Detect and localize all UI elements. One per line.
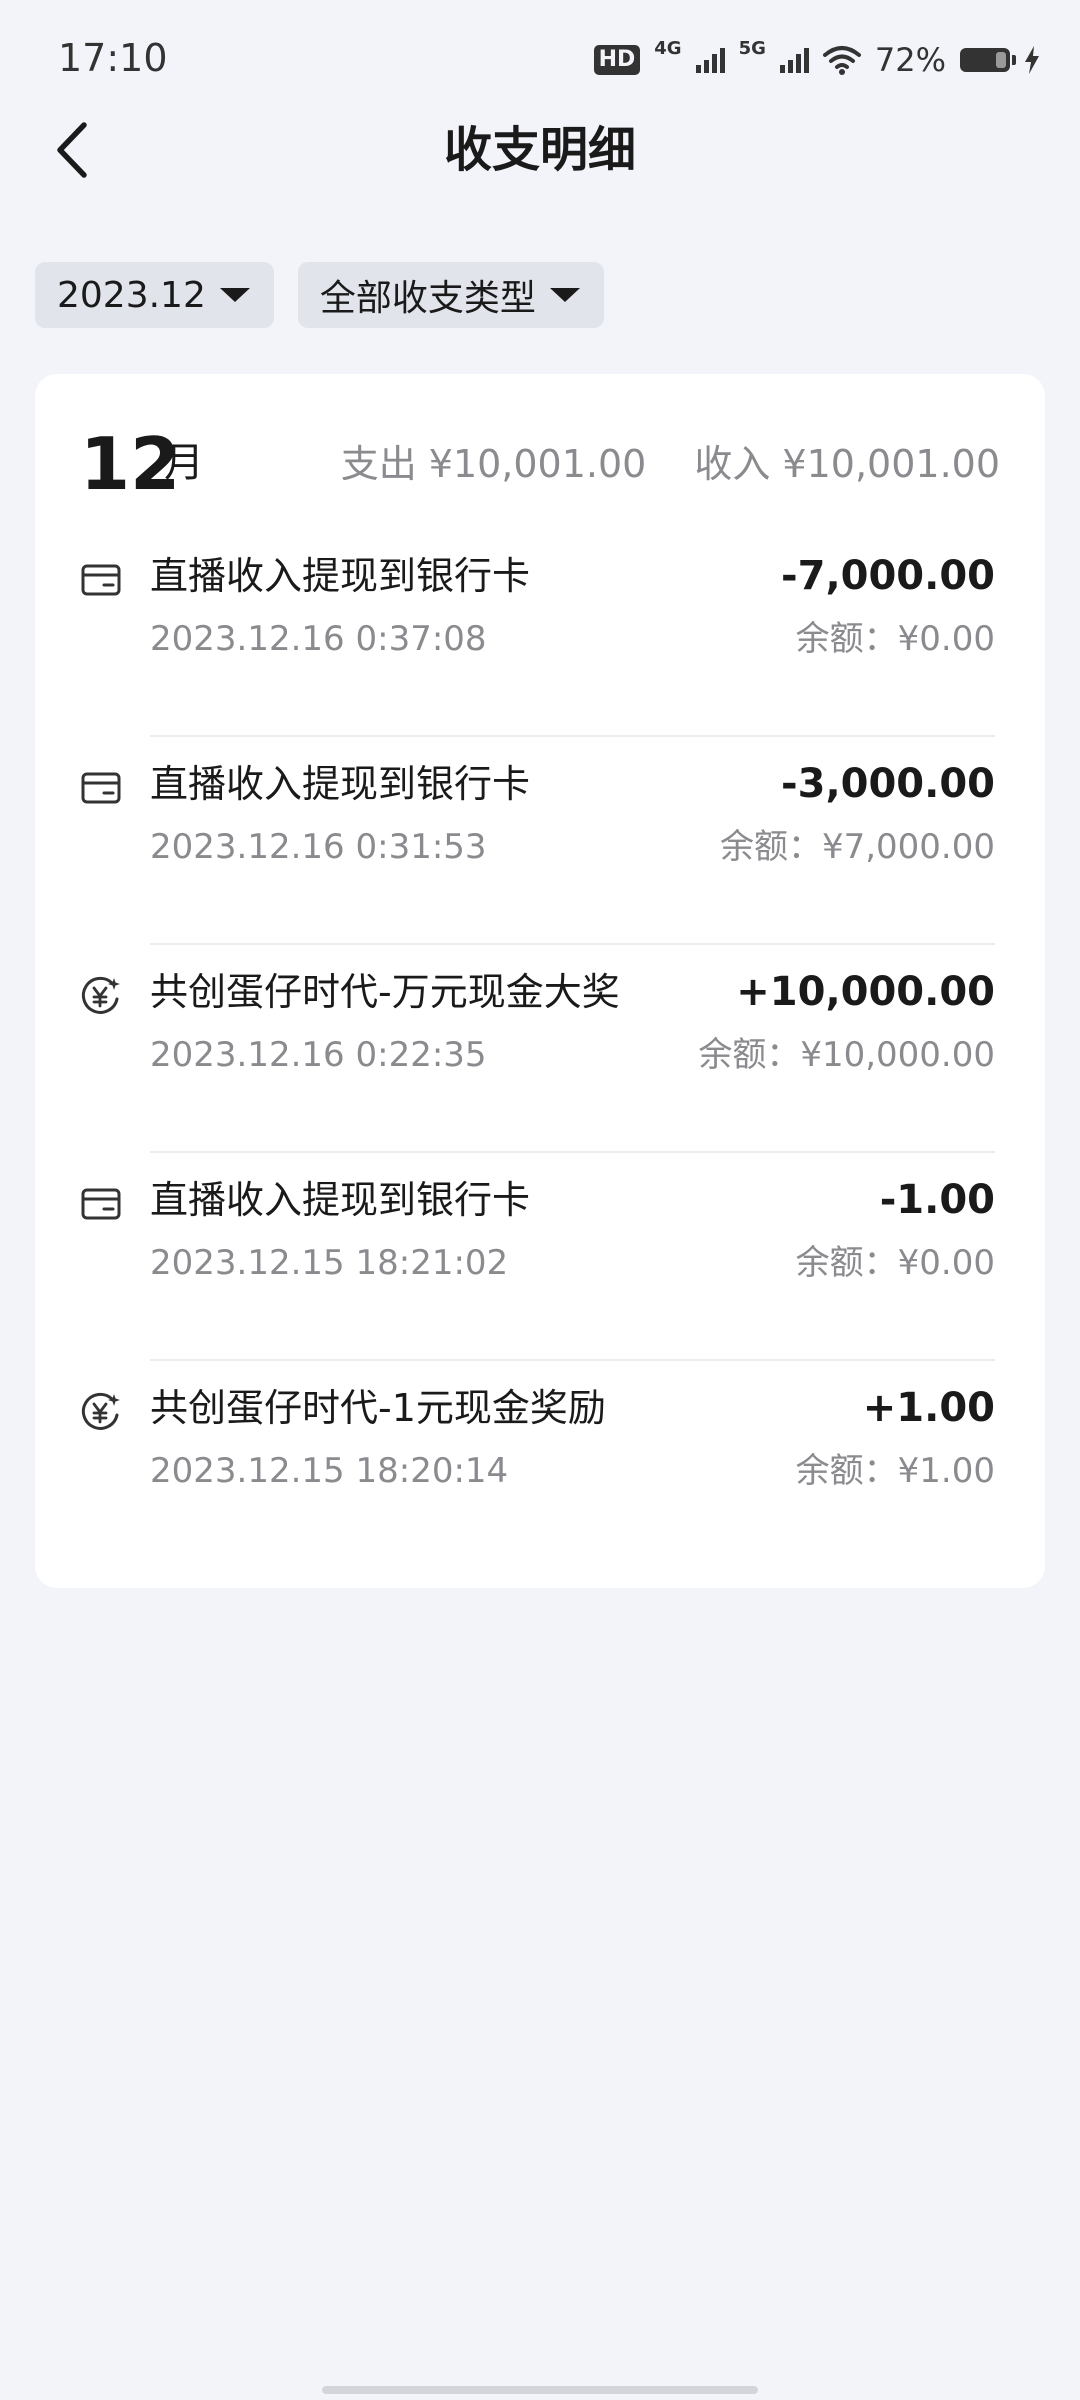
income-total: 收入 ¥10,001.00 [694,442,1000,486]
transaction-balance: 余额：¥0.00 [795,1243,995,1283]
battery-percent: 72% [874,41,946,79]
transaction-row[interactable]: 共创蛋仔时代-万元现金大奖 2023.12.16 0:22:35 +10,000… [80,945,995,1153]
month-filter-dropdown[interactable]: 2023.12 [35,262,274,328]
transaction-time: 2023.12.16 0:31:53 [150,827,487,867]
transaction-row[interactable]: 共创蛋仔时代-1元现金奖励 2023.12.15 18:20:14 +1.00 … [80,1361,995,1569]
transaction-amount: -1.00 [879,1177,995,1223]
transaction-row[interactable]: 直播收入提现到银行卡 2023.12.16 0:31:53 -3,000.00 … [80,737,995,945]
yuan-coin-icon [81,976,120,1014]
transaction-amount: -3,000.00 [781,761,995,807]
type-filter-label: 全部收支类型 [319,278,536,319]
charging-icon [1025,46,1039,74]
type-filter-dropdown[interactable]: 全部收支类型 [297,262,604,328]
top-bar: 收支明细 [0,100,1080,200]
totals: 支出 ¥10,001.00 收入 ¥10,001.00 [341,438,1000,490]
transaction-time: 2023.12.16 0:37:08 [150,619,487,659]
transaction-time: 2023.12.15 18:21:02 [150,1243,509,1283]
hd-voice-icon: HD [593,45,641,75]
signal-icon [695,47,725,73]
transaction-row[interactable]: 直播收入提现到银行卡 2023.12.16 0:37:08 -7,000.00 … [80,529,995,737]
network-4g-label: 4G [654,37,682,59]
transaction-balance: 余额：¥0.00 [795,619,995,659]
transaction-title: 共创蛋仔时代-万元现金大奖 [150,970,620,1014]
bank-card-icon [81,1188,121,1220]
caret-down-icon [549,288,580,302]
page-title: 收支明细 [443,122,636,178]
transaction-amount: +10,000.00 [736,969,995,1015]
transaction-balance: 余额：¥7,000.00 [719,827,995,867]
transaction-time: 2023.12.16 0:22:35 [150,1035,487,1075]
month-unit: 月 [164,440,204,486]
transaction-balance: 余额：¥1.00 [795,1451,995,1491]
yuan-coin-icon [81,1392,120,1430]
status-time: 17:10 [58,36,168,80]
filter-bar: 2023.12 全部收支类型 [35,262,604,328]
expense-total: 支出 ¥10,001.00 [340,442,647,486]
signal-icon-2 [779,47,809,73]
bank-card-icon [81,772,121,804]
status-icons: HD 4G 5G 72% [593,37,1040,82]
transaction-amount: -7,000.00 [781,553,995,599]
transaction-balance: 余额：¥10,000.00 [698,1035,995,1075]
transaction-title: 直播收入提现到银行卡 [150,554,531,598]
transaction-row[interactable]: 直播收入提现到银行卡 2023.12.15 18:21:02 -1.00 余额：… [80,1153,995,1361]
month-filter-label: 2023.12 [57,274,206,316]
transaction-amount: +1.00 [862,1385,995,1431]
transaction-title: 共创蛋仔时代-1元现金奖励 [150,1386,606,1430]
transaction-time: 2023.12.15 18:20:14 [150,1451,509,1491]
month-summary: 12 月 支出 ¥10,001.00 收入 ¥10,001.00 [80,424,1000,504]
home-indicator[interactable] [322,2386,758,2394]
caret-down-icon [219,288,250,302]
transactions-card: 12 月 支出 ¥10,001.00 收入 ¥10,001.00 直播收入提现到… [35,374,1045,1588]
transaction-title: 直播收入提现到银行卡 [150,1178,531,1222]
wifi-icon [822,46,861,75]
bank-card-icon [81,564,121,596]
transaction-title: 直播收入提现到银行卡 [150,762,531,806]
network-5g-label: 5G [738,37,766,59]
battery-icon [960,48,1016,72]
